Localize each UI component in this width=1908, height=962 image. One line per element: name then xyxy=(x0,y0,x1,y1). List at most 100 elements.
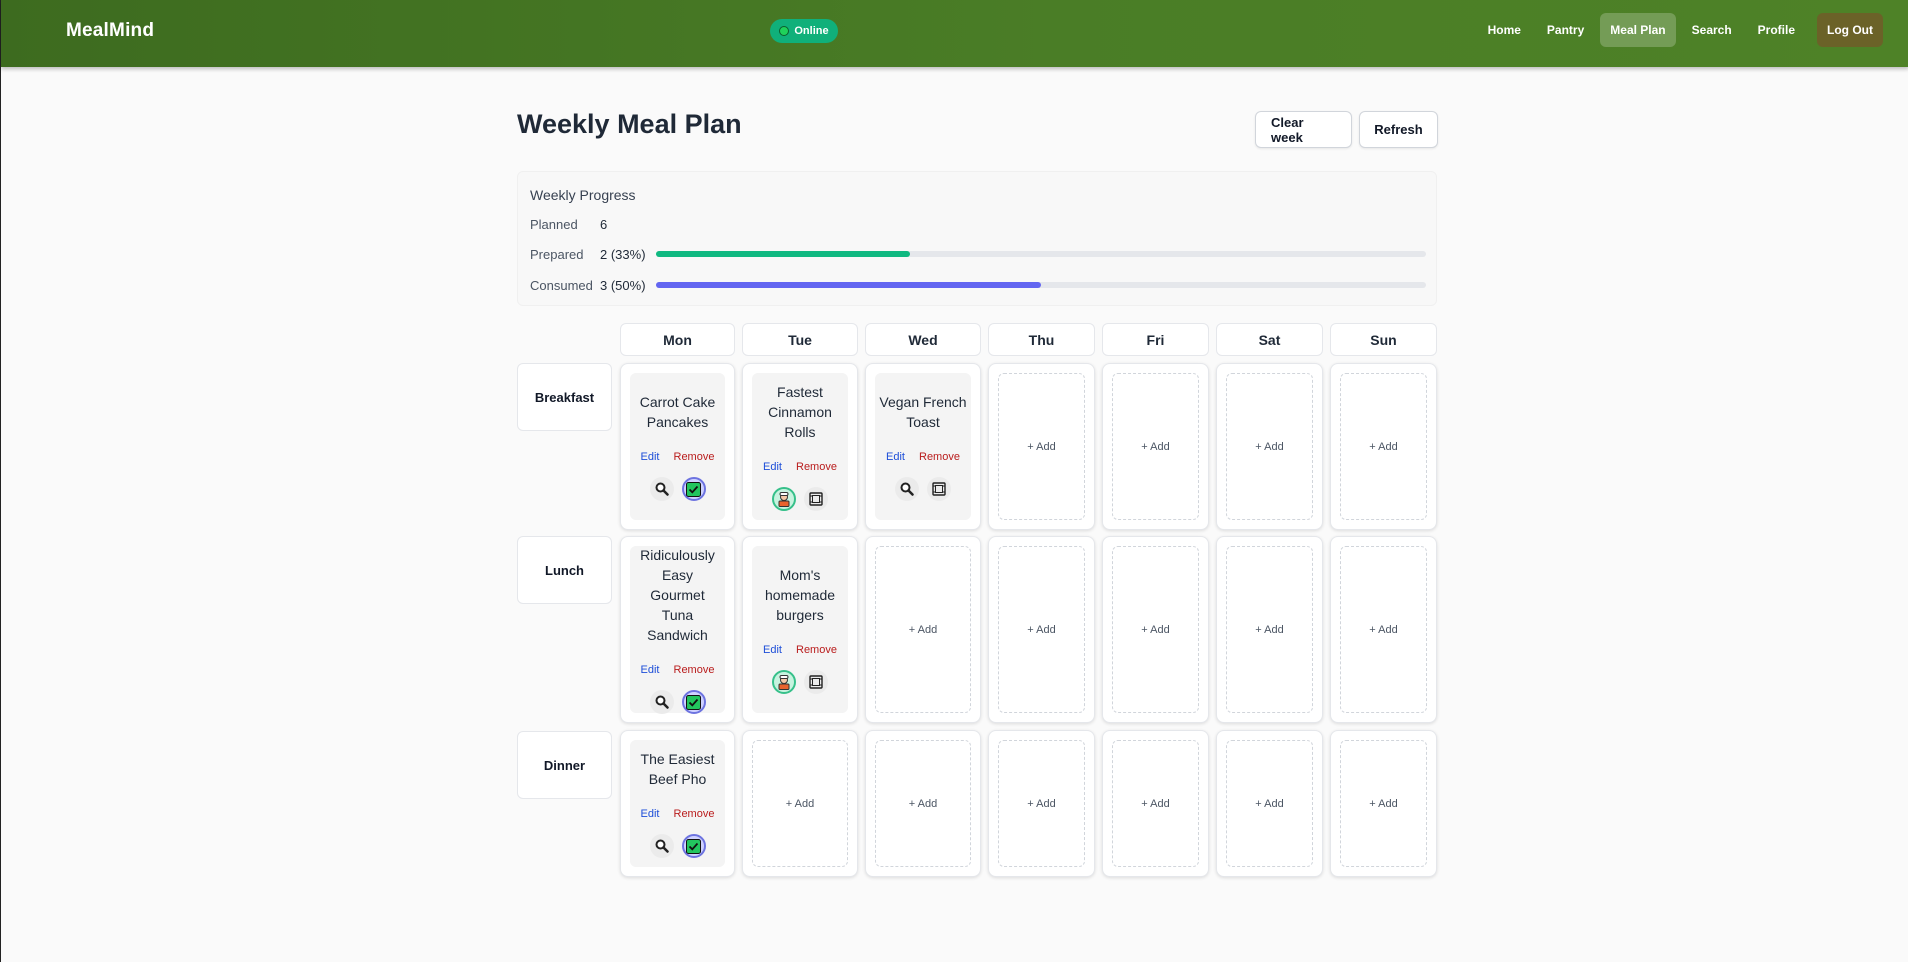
planned-label: Planned xyxy=(530,216,578,232)
add-meal-button[interactable]: + Add xyxy=(1226,546,1313,713)
meal-label-breakfast: Breakfast xyxy=(517,363,612,431)
recipe-name[interactable]: Fastest Cinnamon Rolls xyxy=(768,382,832,442)
edit-link[interactable]: Edit xyxy=(763,461,782,473)
meal-cell-breakfast-tue: Fastest Cinnamon Rolls Edit Remove xyxy=(742,363,858,530)
meal-cell-dinner-sun: + Add xyxy=(1330,730,1437,877)
add-meal-button[interactable]: + Add xyxy=(752,740,848,867)
nav-home[interactable]: Home xyxy=(1478,13,1531,47)
edit-link[interactable]: Edit xyxy=(641,808,660,820)
chef-icon[interactable] xyxy=(772,487,796,511)
consumed-value: 3 (50%) xyxy=(600,277,646,293)
add-meal-button[interactable]: + Add xyxy=(1112,740,1199,867)
edit-link[interactable]: Edit xyxy=(886,451,905,463)
add-meal-button[interactable]: + Add xyxy=(1340,546,1427,713)
prepared-progress-fill xyxy=(656,251,911,257)
recipe-name[interactable]: Vegan French Toast xyxy=(879,392,966,432)
add-meal-button[interactable]: + Add xyxy=(1340,740,1427,867)
meal-cell-dinner-mon: The Easiest Beef Pho Edit Remove xyxy=(620,730,735,877)
meal-cell-lunch-thu: + Add xyxy=(988,536,1095,723)
day-header-sun: Sun xyxy=(1330,323,1437,356)
checkbox-checked-icon[interactable] xyxy=(681,477,706,501)
add-meal-button[interactable]: + Add xyxy=(998,740,1085,867)
recipe-status-icons xyxy=(649,477,706,501)
add-meal-button[interactable]: + Add xyxy=(998,546,1085,713)
film-frame-icon[interactable] xyxy=(804,487,828,511)
day-header-wed: Wed xyxy=(865,323,981,356)
recipe-actions: Edit Remove xyxy=(763,461,837,473)
meal-cell-lunch-wed: + Add xyxy=(865,536,981,723)
add-meal-button[interactable]: + Add xyxy=(1112,373,1199,520)
edit-link[interactable]: Edit xyxy=(641,451,660,463)
top-nav: MealMind Online Home Pantry Meal Plan Se… xyxy=(1,0,1908,67)
recipe-name[interactable]: Ridiculously Easy Gourmet Tuna Sandwich xyxy=(634,545,721,645)
add-meal-button[interactable]: + Add xyxy=(875,740,971,867)
add-meal-button[interactable]: + Add xyxy=(1226,373,1313,520)
meal-cell-lunch-sat: + Add xyxy=(1216,536,1323,723)
meal-cell-dinner-sat: + Add xyxy=(1216,730,1323,877)
meal-cell-dinner-thu: + Add xyxy=(988,730,1095,877)
day-header-sat: Sat xyxy=(1216,323,1323,356)
magnifier-icon[interactable] xyxy=(649,834,674,858)
recipe-actions: Edit Remove xyxy=(641,451,715,463)
meal-cell-dinner-wed: + Add xyxy=(865,730,981,877)
remove-link[interactable]: Remove xyxy=(796,644,837,656)
edit-link[interactable]: Edit xyxy=(641,664,660,676)
meal-cell-breakfast-sat: + Add xyxy=(1216,363,1323,530)
recipe-status-icons xyxy=(649,690,706,714)
recipe-status-icons xyxy=(772,670,828,694)
add-meal-button[interactable]: + Add xyxy=(1226,740,1313,867)
page-title: Weekly Meal Plan xyxy=(517,109,742,139)
film-frame-icon[interactable] xyxy=(927,477,951,501)
weekly-progress-card: Weekly Progress Planned 6 Prepared 2 (33… xyxy=(517,171,1437,306)
refresh-button[interactable]: Refresh xyxy=(1359,111,1438,148)
meal-cell-lunch-mon: Ridiculously Easy Gourmet Tuna Sandwich Edit… xyxy=(620,536,735,723)
remove-link[interactable]: Remove xyxy=(674,451,715,463)
remove-link[interactable]: Remove xyxy=(674,664,715,676)
chef-icon[interactable] xyxy=(772,670,796,694)
meal-cell-breakfast-sun: + Add xyxy=(1330,363,1437,530)
meal-cell-lunch-tue: Mom's homemade burgers Edit Remove xyxy=(742,536,858,723)
edit-link[interactable]: Edit xyxy=(763,644,782,656)
magnifier-icon[interactable] xyxy=(895,477,919,501)
checkbox-checked-icon[interactable] xyxy=(681,690,706,714)
recipe-card: Mom's homemade burgers Edit Remove xyxy=(752,546,848,713)
day-header-tue: Tue xyxy=(742,323,858,356)
meal-cell-breakfast-fri: + Add xyxy=(1102,363,1209,530)
add-meal-button[interactable]: + Add xyxy=(1340,373,1427,520)
online-dot-icon xyxy=(779,26,790,36)
add-meal-button[interactable]: + Add xyxy=(1112,546,1199,713)
day-header-fri: Fri xyxy=(1102,323,1209,356)
remove-link[interactable]: Remove xyxy=(674,808,715,820)
progress-title: Weekly Progress xyxy=(530,187,636,203)
recipe-status-icons xyxy=(649,834,706,858)
remove-link[interactable]: Remove xyxy=(919,451,960,463)
logout-button[interactable]: Log Out xyxy=(1817,13,1883,47)
nav-meal-plan[interactable]: Meal Plan xyxy=(1600,13,1676,47)
day-header-mon: Mon xyxy=(620,323,735,356)
meal-cell-breakfast-thu: + Add xyxy=(988,363,1095,530)
nav-search[interactable]: Search xyxy=(1682,13,1742,47)
nav-pantry[interactable]: Pantry xyxy=(1537,13,1594,47)
prepared-label: Prepared xyxy=(530,246,584,262)
film-frame-icon[interactable] xyxy=(804,670,828,694)
magnifier-icon[interactable] xyxy=(649,477,674,501)
meal-label-dinner: Dinner xyxy=(517,731,612,799)
remove-link[interactable]: Remove xyxy=(796,461,837,473)
recipe-status-icons xyxy=(895,477,951,501)
add-meal-button[interactable]: + Add xyxy=(998,373,1085,520)
recipe-name[interactable]: The Easiest Beef Pho xyxy=(641,749,715,789)
recipe-name[interactable]: Carrot Cake Pancakes xyxy=(640,392,715,432)
recipe-card: Ridiculously Easy Gourmet Tuna Sandwich Edit… xyxy=(630,545,725,714)
brand-logo[interactable]: MealMind xyxy=(66,20,154,42)
magnifier-icon[interactable] xyxy=(649,690,674,714)
add-meal-button[interactable]: + Add xyxy=(875,546,971,713)
day-header-thu: Thu xyxy=(988,323,1095,356)
checkbox-checked-icon[interactable] xyxy=(681,834,706,858)
prepared-progress-bar xyxy=(656,251,1426,257)
recipe-name[interactable]: Mom's homemade burgers xyxy=(765,565,835,625)
status-badge: Online xyxy=(770,19,838,43)
nav-profile[interactable]: Profile xyxy=(1748,13,1805,47)
recipe-status-icons xyxy=(772,487,828,511)
meal-cell-breakfast-wed: Vegan French Toast Edit Remove xyxy=(865,363,981,530)
clear-week-button[interactable]: Clear week xyxy=(1255,111,1352,148)
